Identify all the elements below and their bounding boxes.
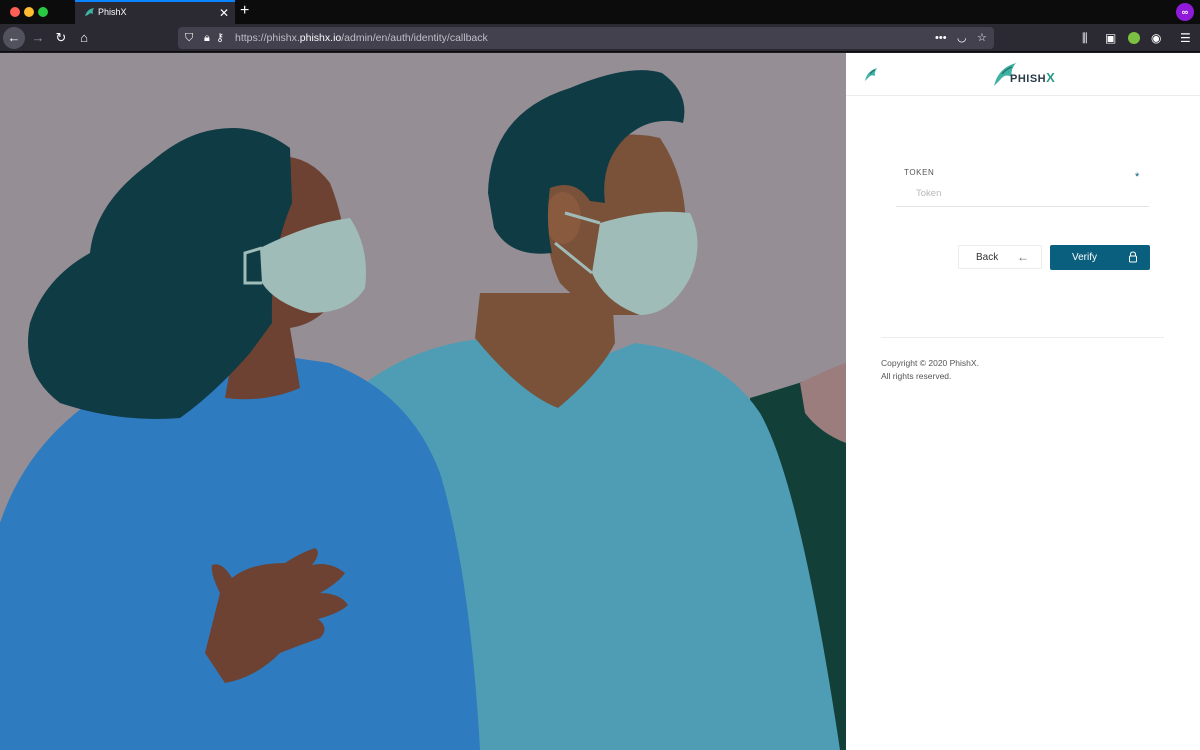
lock-icon[interactable]: 🔒︎ xyxy=(204,30,210,46)
auth-panel: PHISHX TOKEN * Back ← Verify Copyright ©… xyxy=(846,53,1200,750)
minimize-window-button[interactable] xyxy=(24,7,34,17)
tab-phishx[interactable]: PhishX ✕ xyxy=(75,0,235,24)
phishx-shark-icon[interactable] xyxy=(862,65,882,85)
more-icon[interactable]: ••• xyxy=(935,30,947,46)
reload-icon[interactable]: ↻ xyxy=(50,27,72,49)
account-icon[interactable]: ◉ xyxy=(1151,29,1161,47)
hero-illustration xyxy=(0,53,846,750)
url-bar[interactable]: ⛉ 🔒︎ ⚷ https://phishx.phishx.io/admin/en… xyxy=(178,27,994,49)
verify-button-label: Verify xyxy=(1072,252,1098,263)
copyright-line-1: Copyright © 2020 PhishX. xyxy=(881,358,979,368)
panel-header: PHISHX xyxy=(846,53,1200,96)
copyright: Copyright © 2020 PhishX. All rights rese… xyxy=(881,357,979,383)
new-tab-button[interactable]: + xyxy=(240,1,249,21)
masked-people-illustration xyxy=(0,53,846,750)
copyright-line-2: All rights reserved. xyxy=(881,371,952,381)
home-icon[interactable]: ⌂ xyxy=(73,27,95,49)
brand-name: PHISHX xyxy=(1010,70,1056,85)
key-icon[interactable]: ⚷ xyxy=(216,30,224,46)
token-label: TOKEN xyxy=(904,168,935,177)
tab-bar: PhishX ✕ + ∞ xyxy=(0,0,1200,24)
arrow-left-icon: ← xyxy=(1017,250,1029,264)
forward-arrow-icon[interactable]: → xyxy=(27,27,49,49)
maximize-window-button[interactable] xyxy=(38,7,48,17)
menu-icon[interactable]: ☰ xyxy=(1180,29,1191,47)
extension-icon[interactable] xyxy=(1128,32,1140,44)
shield-icon[interactable]: ⛉ xyxy=(185,30,193,46)
private-mask-icon[interactable]: ∞ xyxy=(1176,3,1194,21)
star-icon[interactable]: ☆ xyxy=(977,30,987,46)
close-window-button[interactable] xyxy=(10,7,20,17)
lock-icon xyxy=(1129,251,1137,263)
url-text[interactable]: https://phishx.phishx.io/admin/en/auth/i… xyxy=(235,32,488,44)
nav-bar: ← → ↻ ⌂ ⛉ 🔒︎ ⚷ https://phishx.phishx.io/… xyxy=(0,24,1200,52)
sidebar-icon[interactable]: ▣ xyxy=(1105,29,1116,47)
verify-button[interactable]: Verify xyxy=(1050,245,1150,270)
tab-title: PhishX xyxy=(98,7,127,17)
tab-close-icon[interactable]: ✕ xyxy=(219,5,229,21)
token-input[interactable] xyxy=(896,181,1149,207)
library-icon[interactable]: ⫼ xyxy=(1082,29,1088,47)
back-button[interactable]: Back ← xyxy=(958,245,1042,269)
phishx-favicon-icon xyxy=(85,8,94,16)
page-content: PHISHX TOKEN * Back ← Verify Copyright ©… xyxy=(0,53,1200,750)
divider xyxy=(881,337,1164,338)
pocket-icon[interactable]: ◡ xyxy=(957,30,967,46)
back-button-label: Back xyxy=(976,252,999,263)
back-arrow-icon[interactable]: ← xyxy=(3,27,25,49)
